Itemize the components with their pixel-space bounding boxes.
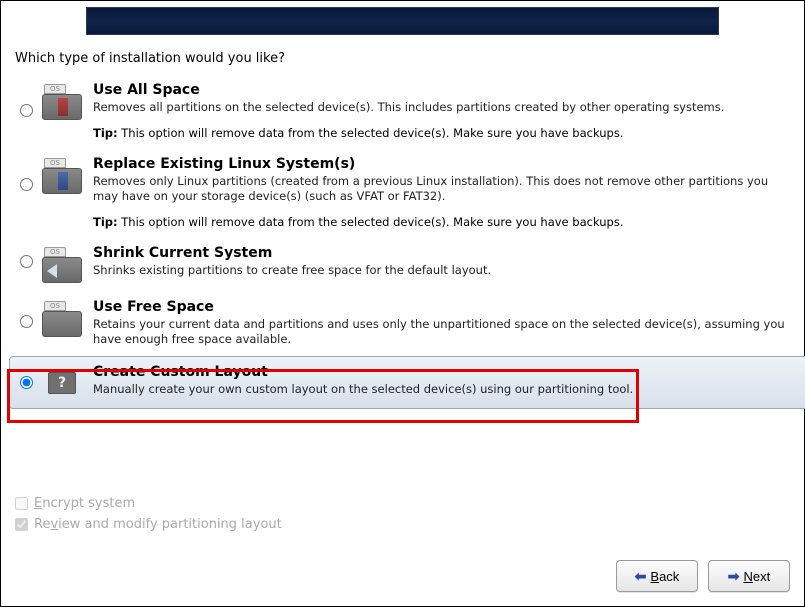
option-replace-linux[interactable]: OS Replace Existing Linux System(s) Remo…: [15, 150, 790, 239]
installation-options: OS Use All Space Removes all partitions …: [1, 76, 804, 407]
option-title: Use All Space: [93, 82, 790, 98]
hd-icon-red: OS: [37, 82, 87, 120]
option-title: Create Custom Layout: [93, 364, 790, 380]
option-tip: Tip: This option will remove data from t…: [93, 215, 790, 229]
navigation-buttons: ⬅ Back ➡ Next: [616, 560, 790, 592]
review-checkbox[interactable]: [15, 518, 28, 531]
radio-replace-linux[interactable]: [20, 178, 33, 191]
radio-use-all-space[interactable]: [20, 104, 33, 117]
option-desc: Shrinks existing partitions to create fr…: [93, 263, 790, 279]
option-shrink-system[interactable]: OS Shrink Current System Shrinks existin…: [15, 239, 790, 293]
arrow-left-icon: ⬅: [635, 568, 647, 585]
installation-prompt: Which type of installation would you lik…: [1, 35, 804, 76]
question-icon: ?: [37, 364, 87, 394]
hd-icon-blue: OS: [37, 156, 87, 194]
back-button[interactable]: ⬅ Back: [616, 560, 698, 592]
extra-options: Encrypt system Review and modify partiti…: [15, 496, 282, 538]
option-desc: Retains your current data and partitions…: [93, 317, 790, 348]
hd-icon-plain: OS: [37, 299, 87, 337]
option-use-all-space[interactable]: OS Use All Space Removes all partitions …: [15, 76, 790, 150]
checkbox-review-layout[interactable]: Review and modify partitioning layout: [15, 517, 282, 532]
header-banner: [86, 7, 719, 35]
checkbox-encrypt-system[interactable]: Encrypt system: [15, 496, 282, 511]
encrypt-checkbox[interactable]: [15, 497, 28, 510]
radio-create-custom-layout[interactable]: [20, 376, 33, 389]
hd-icon-arrow: OS: [37, 245, 87, 283]
option-desc: Removes all partitions on the selected d…: [93, 100, 790, 116]
option-create-custom-layout[interactable]: ? Create Custom Layout Manually create y…: [15, 358, 790, 408]
radio-shrink-system[interactable]: [20, 255, 33, 268]
option-use-free-space[interactable]: OS Use Free Space Retains your current d…: [15, 293, 790, 358]
arrow-right-icon: ➡: [728, 568, 740, 585]
option-tip: Tip: This option will remove data from t…: [93, 126, 790, 140]
option-desc: Manually create your own custom layout o…: [93, 382, 790, 398]
radio-use-free-space[interactable]: [20, 315, 33, 328]
next-button[interactable]: ➡ Next: [708, 560, 790, 592]
option-title: Shrink Current System: [93, 245, 790, 261]
option-desc: Removes only Linux partitions (created f…: [93, 174, 790, 205]
option-title: Use Free Space: [93, 299, 790, 315]
option-title: Replace Existing Linux System(s): [93, 156, 790, 172]
